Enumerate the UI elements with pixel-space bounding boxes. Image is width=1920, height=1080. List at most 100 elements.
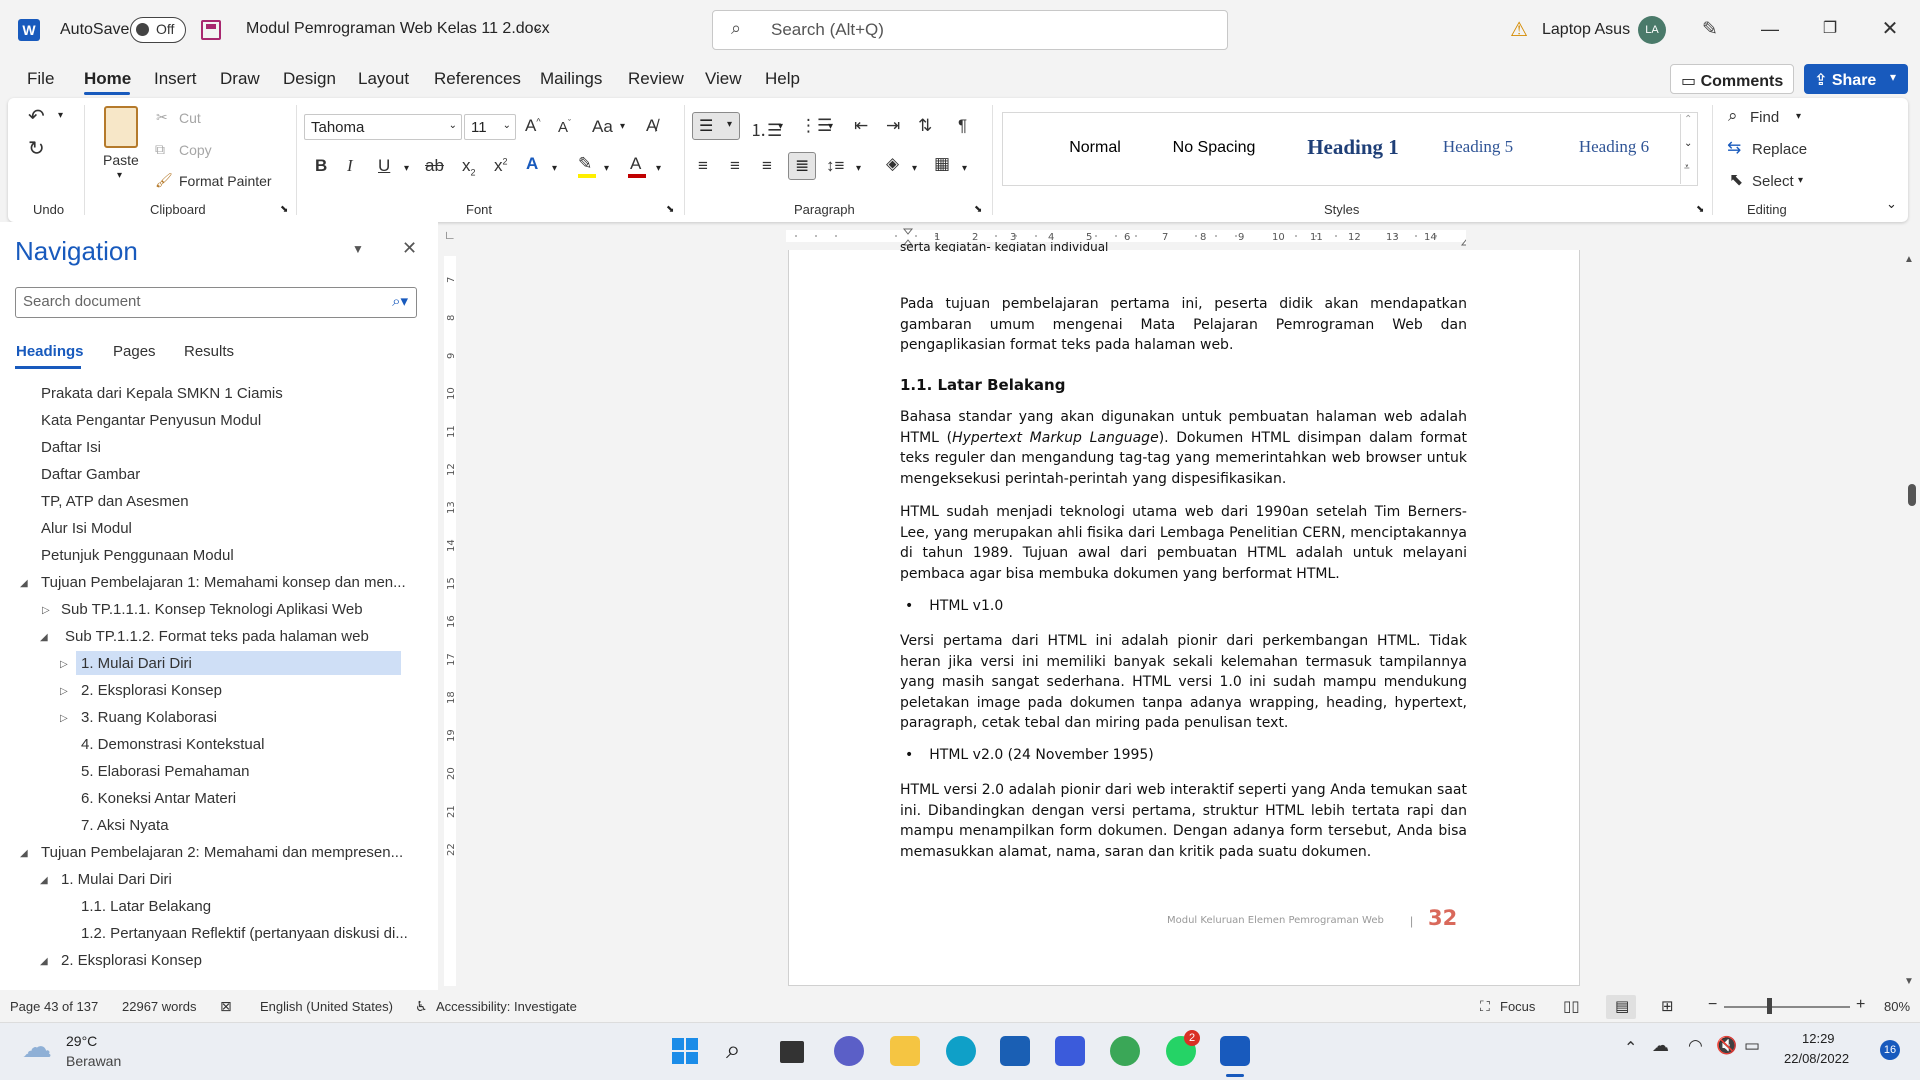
tab-view[interactable]: View (705, 69, 742, 89)
paste-icon[interactable] (104, 106, 138, 148)
nav-tab-headings[interactable]: Headings (16, 343, 84, 360)
edge-browser-icon[interactable] (946, 1036, 976, 1066)
teams-chat-icon[interactable] (834, 1036, 864, 1066)
save-icon[interactable] (201, 20, 221, 40)
nav-heading-item[interactable]: Daftar Gambar (41, 466, 140, 483)
text-effects-dropdown-icon[interactable]: ▾ (552, 163, 557, 174)
scroll-up-icon[interactable]: ▲ (1904, 254, 1914, 265)
collapse-triangle-icon[interactable]: ◢ (40, 956, 48, 967)
style-no-spacing[interactable]: No Spacing (1159, 139, 1269, 157)
underline-dropdown-icon[interactable]: ▾ (404, 163, 409, 174)
nav-heading-item-selected[interactable]: 1. Mulai Dari Diri (81, 655, 192, 672)
nav-heading-item[interactable]: 1.2. Pertanyaan Reflektif (pertanyaan di… (81, 925, 408, 942)
collapse-ribbon-icon[interactable]: ⌄ (1886, 196, 1897, 212)
proofing-icon[interactable]: ⊠ (220, 998, 232, 1015)
style-normal[interactable]: Normal (1045, 139, 1145, 157)
tab-help[interactable]: Help (765, 69, 800, 89)
expand-triangle-icon[interactable]: ▷ (60, 713, 68, 724)
bullets-button[interactable]: ☰ ▾ (692, 112, 740, 140)
tab-file[interactable]: File (27, 69, 54, 89)
line-spacing-dropdown-icon[interactable]: ▾ (856, 163, 861, 174)
nav-heading-item[interactable]: Kata Pengantar Penyusun Modul (41, 412, 261, 429)
sort-icon[interactable]: ⇅ (918, 116, 932, 136)
speaker-muted-icon[interactable]: 🔇 (1716, 1036, 1737, 1056)
font-color-icon[interactable]: A (630, 154, 641, 174)
tray-chevron-up-icon[interactable]: ⌃ (1624, 1038, 1637, 1058)
tab-draw[interactable]: Draw (220, 69, 260, 89)
cut-label[interactable]: Cut (179, 110, 201, 126)
search-icon[interactable]: ⌕▾ (392, 292, 408, 310)
focus-label[interactable]: Focus (1500, 999, 1535, 1014)
style-heading-1[interactable]: Heading 1 (1283, 135, 1423, 160)
nav-heading-item[interactable]: Petunjuk Penggunaan Modul (41, 547, 234, 564)
nav-heading-item[interactable]: 3. Ruang Kolaborasi (81, 709, 217, 726)
accessibility-status[interactable]: Accessibility: Investigate (436, 999, 577, 1014)
document-page[interactable] (788, 250, 1580, 986)
share-button[interactable]: ⇪ Share ▾ (1804, 64, 1908, 94)
align-center-icon[interactable]: ≡ (730, 156, 740, 176)
nav-tab-pages[interactable]: Pages (113, 343, 156, 360)
styles-down-icon[interactable]: ⌄ (1684, 138, 1692, 149)
tab-selector[interactable]: ∟ (440, 226, 460, 246)
language-status[interactable]: English (United States) (260, 999, 393, 1014)
strikethrough-icon[interactable]: ab (425, 156, 444, 176)
nav-heading-item[interactable]: 6. Koneksi Antar Materi (81, 790, 236, 807)
borders-dropdown-icon[interactable]: ▾ (962, 163, 967, 174)
nav-heading-item[interactable]: 2. Eksplorasi Konsep (81, 682, 222, 699)
format-painter-label[interactable]: Format Painter (179, 173, 272, 189)
expand-triangle-icon[interactable]: ▷ (42, 605, 50, 616)
web-layout-icon[interactable]: ⊞ (1661, 997, 1674, 1015)
scroll-down-icon[interactable]: ▼ (1904, 976, 1914, 987)
zoom-slider-thumb[interactable] (1767, 998, 1772, 1014)
nav-heading-item[interactable]: 4. Demonstrasi Kontekstual (81, 736, 264, 753)
bold-icon[interactable]: B (315, 156, 327, 176)
multilevel-dropdown-icon[interactable]: ▾ (828, 121, 833, 132)
increase-indent-icon[interactable]: ⇥ (886, 116, 900, 136)
select-dropdown-icon[interactable]: ▾ (1798, 175, 1803, 186)
nav-close-icon[interactable]: ✕ (402, 238, 417, 259)
subscript-icon[interactable]: x2 (462, 156, 476, 177)
find-dropdown-icon[interactable]: ▾ (1796, 111, 1801, 122)
undo-dropdown-icon[interactable]: ▾ (58, 110, 63, 121)
clear-formatting-icon[interactable]: A̸ (646, 116, 657, 136)
clock-date[interactable]: 22/08/2022 (1784, 1051, 1849, 1066)
title-chevron-down-icon[interactable]: ⌄ (532, 19, 543, 35)
nav-heading-item[interactable]: Sub TP.1.1.1. Konsep Teknologi Aplikasi … (61, 601, 363, 618)
superscript-icon[interactable]: x2 (494, 156, 508, 176)
nav-heading-item[interactable]: 7. Aksi Nyata (81, 817, 169, 834)
task-view-icon[interactable] (780, 1041, 804, 1063)
style-heading-5[interactable]: Heading 5 (1423, 137, 1533, 157)
select-cursor-icon[interactable]: ⬉ (1729, 170, 1743, 190)
copy-icon[interactable]: ⧉ (155, 141, 165, 158)
shading-icon[interactable]: ◈ (886, 154, 899, 174)
clipboard-launcher-icon[interactable]: ⬊ (280, 204, 288, 215)
expand-triangle-icon[interactable]: ▷ (60, 659, 68, 670)
zoom-out-icon[interactable]: − (1708, 996, 1717, 1014)
justify-button[interactable]: ≣ (788, 152, 816, 180)
zoom-slider-track[interactable] (1724, 1006, 1850, 1008)
tab-mailings[interactable]: Mailings (540, 69, 602, 89)
format-painter-icon[interactable]: 🖌 (155, 172, 173, 189)
nav-heading-item[interactable]: Alur Isi Modul (41, 520, 132, 537)
account-name[interactable]: Laptop Asus (1542, 21, 1630, 39)
clock-time[interactable]: 12:29 (1802, 1031, 1835, 1046)
avatar[interactable]: LA (1638, 16, 1666, 44)
styles-more-icon[interactable]: ⩡ (1684, 162, 1690, 173)
tab-layout[interactable]: Layout (358, 69, 409, 89)
collapse-triangle-icon[interactable]: ◢ (20, 848, 28, 859)
grow-font-icon[interactable]: A^ (525, 116, 541, 136)
vertical-scrollbar[interactable] (1902, 250, 1920, 990)
replace-icon[interactable]: ⇆ (1727, 138, 1741, 158)
tab-insert[interactable]: Insert (154, 69, 197, 89)
borders-icon[interactable]: ▦ (934, 154, 950, 174)
nav-heading-item[interactable]: 5. Elaborasi Pemahaman (81, 763, 249, 780)
close-icon[interactable]: ✕ (1870, 14, 1910, 44)
comments-button[interactable]: ▭ Comments (1670, 64, 1794, 94)
styles-launcher-icon[interactable]: ⬊ (1696, 204, 1704, 215)
show-formatting-icon[interactable]: ¶ (958, 116, 967, 136)
notification-count-badge[interactable]: 16 (1880, 1040, 1900, 1060)
search-box[interactable]: ⌕ Search (Alt+Q) (712, 10, 1228, 50)
weather-temperature[interactable]: 29°C (66, 1033, 97, 1049)
find-icon[interactable]: ⌕ (1728, 106, 1738, 126)
nav-heading-item[interactable]: 1.1. Latar Belakang (81, 898, 211, 915)
